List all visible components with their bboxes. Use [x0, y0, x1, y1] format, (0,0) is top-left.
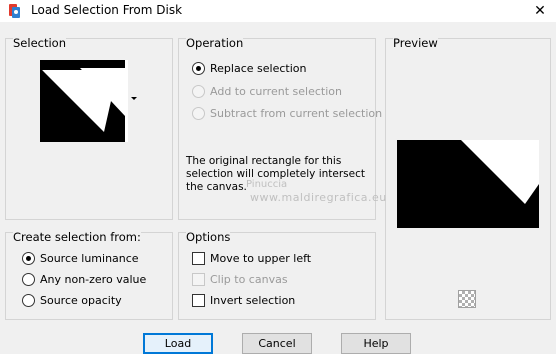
- radio-label: Source luminance: [40, 252, 139, 265]
- checkbox-label: Invert selection: [210, 294, 296, 307]
- radio-subtract-from-selection[interactable]: Subtract from current selection: [192, 107, 382, 120]
- radio-button[interactable]: [192, 107, 205, 120]
- window-title: Load Selection From Disk: [31, 3, 183, 17]
- radio-label: Any non-zero value: [40, 273, 147, 286]
- checkbox[interactable]: [192, 252, 205, 265]
- transparency-toggle-icon[interactable]: [458, 290, 476, 308]
- radio-label: Add to current selection: [210, 85, 342, 98]
- selection-dropdown-arrow-icon[interactable]: [131, 97, 137, 100]
- preview-image: [397, 140, 539, 228]
- radio-button[interactable]: [192, 62, 205, 75]
- help-button[interactable]: Help: [341, 333, 411, 354]
- checkbox-label: Move to upper left: [210, 252, 312, 265]
- operation-label: Operation: [186, 36, 244, 50]
- intersection-info-text: The original rectangle for this selectio…: [186, 155, 366, 193]
- checkbox-invert-selection[interactable]: Invert selection: [192, 294, 295, 307]
- radio-add-to-selection[interactable]: Add to current selection: [192, 85, 342, 98]
- radio-button[interactable]: [22, 252, 35, 265]
- title-bar: Load Selection From Disk ✕: [0, 0, 556, 22]
- checkbox-clip-to-canvas[interactable]: Clip to canvas: [192, 273, 288, 286]
- close-button[interactable]: ✕: [524, 0, 556, 22]
- radio-source-luminance[interactable]: Source luminance: [22, 252, 139, 265]
- selection-label: Selection: [13, 36, 66, 50]
- checkbox[interactable]: [192, 294, 205, 307]
- close-icon: ✕: [534, 3, 546, 19]
- radio-button[interactable]: [192, 85, 205, 98]
- radio-label: Subtract from current selection: [210, 107, 383, 120]
- radio-replace-selection[interactable]: Replace selection: [192, 62, 306, 75]
- checkbox-move-to-upper-left[interactable]: Move to upper left: [192, 252, 311, 265]
- radio-source-opacity[interactable]: Source opacity: [22, 294, 122, 307]
- radio-button[interactable]: [22, 294, 35, 307]
- create-selection-from-label: Create selection from:: [13, 230, 141, 244]
- preview-label: Preview: [393, 36, 438, 50]
- radio-label: Source opacity: [40, 294, 122, 307]
- checkbox[interactable]: [192, 273, 205, 286]
- checkbox-label: Clip to canvas: [210, 273, 288, 286]
- radio-label: Replace selection: [210, 62, 307, 75]
- options-label: Options: [186, 230, 231, 244]
- radio-any-non-zero-value[interactable]: Any non-zero value: [22, 273, 146, 286]
- paintshop-app-icon: [9, 4, 20, 18]
- radio-button[interactable]: [22, 273, 35, 286]
- cancel-button[interactable]: Cancel: [242, 333, 312, 354]
- selection-thumbnail[interactable]: [40, 60, 128, 142]
- load-button[interactable]: Load: [143, 333, 213, 354]
